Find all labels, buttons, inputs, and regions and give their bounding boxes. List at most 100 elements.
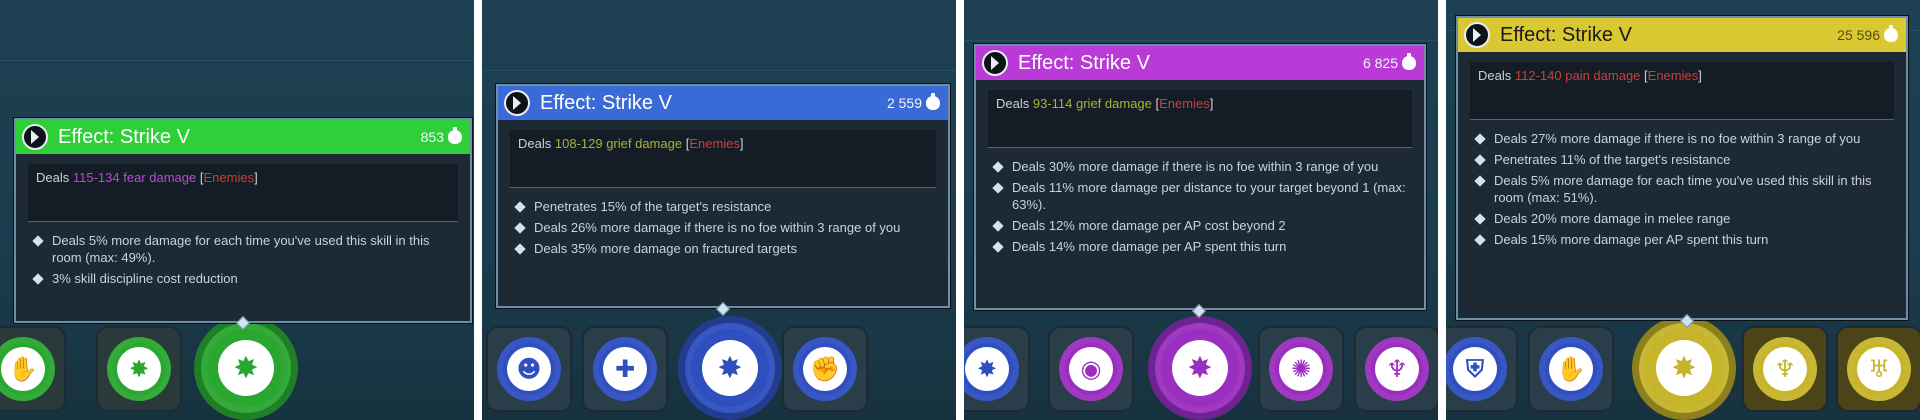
modifier-list: Deals 5% more damage for each time you'v… bbox=[16, 222, 470, 299]
target-type: Enemies bbox=[1159, 96, 1210, 111]
target-type: Enemies bbox=[1647, 68, 1699, 83]
target-type: Enemies bbox=[689, 136, 740, 151]
price: 25 596 bbox=[1837, 25, 1898, 43]
diamond-bullet-icon bbox=[992, 161, 1004, 173]
strike-icon: ✸ bbox=[1656, 340, 1712, 396]
skill-slot[interactable]: ✋ bbox=[0, 326, 66, 412]
skill-slot[interactable]: ♆ bbox=[1742, 326, 1828, 412]
modifier-item: Deals 5% more damage for each time you'v… bbox=[32, 232, 458, 266]
diamond-bullet-icon bbox=[514, 243, 526, 255]
whirl-icon: ◉ bbox=[1069, 347, 1113, 391]
skill-slot[interactable]: ⛨ bbox=[1446, 326, 1518, 412]
skill-slot-selected[interactable]: ✸ bbox=[1148, 316, 1252, 420]
diamond-bullet-icon bbox=[32, 235, 44, 247]
modifier-item: Deals 26% more damage if there is no foe… bbox=[514, 219, 936, 236]
skill-slot-selected[interactable]: ✸ bbox=[678, 316, 782, 420]
price: 853 bbox=[420, 127, 462, 145]
tooltip-header: Effect: Strike V 6 825 bbox=[976, 46, 1424, 80]
price: 2 559 bbox=[886, 93, 940, 111]
coin-bag-icon bbox=[1884, 25, 1898, 42]
skill-tooltip: Effect: Strike V 25 596 Deals 112-140 pa… bbox=[1456, 16, 1908, 320]
modifier-item: Deals 30% more damage if there is no foe… bbox=[992, 158, 1412, 175]
skill-slot[interactable]: ✸ bbox=[964, 326, 1030, 412]
diamond-bullet-icon bbox=[32, 273, 44, 285]
modifier-item: Deals 20% more damage in melee range bbox=[1474, 210, 1894, 227]
damage-box: Deals 93-114 grief damage [Enemies] bbox=[988, 90, 1412, 148]
skill-slot[interactable]: ♆ bbox=[1354, 326, 1438, 412]
modifier-list: Deals 30% more damage if there is no foe… bbox=[976, 148, 1424, 267]
diamond-bullet-icon bbox=[514, 201, 526, 213]
diamond-bullet-icon bbox=[992, 241, 1004, 253]
tooltip-title: Effect: Strike V bbox=[1018, 51, 1150, 74]
skill-slot[interactable]: ✊ bbox=[782, 326, 868, 412]
claw-icon: ♆ bbox=[1763, 347, 1807, 391]
strike-icon: ✸ bbox=[965, 347, 1009, 391]
skill-slot[interactable]: ✚ bbox=[582, 326, 668, 412]
skill-bar: ⛨ ✋ ✸ ♆ ♅ bbox=[1446, 310, 1920, 420]
strike-effect-icon bbox=[504, 90, 530, 116]
diamond-bullet-icon bbox=[1474, 175, 1486, 187]
diamond-bullet-icon bbox=[1474, 213, 1486, 225]
modifier-item: Deals 27% more damage if there is no foe… bbox=[1474, 130, 1894, 147]
damage-prefix: Deals bbox=[518, 136, 552, 151]
fist-icon: ✊ bbox=[803, 347, 847, 391]
skill-slot-selected[interactable]: ✸ bbox=[1632, 316, 1736, 420]
skill-slot-selected[interactable]: ✸ bbox=[194, 316, 298, 420]
strike-effect-icon bbox=[1464, 22, 1490, 48]
target-close-bracket: ] bbox=[254, 170, 258, 185]
target-close-bracket: ] bbox=[1209, 96, 1214, 111]
skill-slot[interactable]: ✋ bbox=[1528, 326, 1614, 412]
damage-value: 115-134 fear damage bbox=[72, 170, 197, 185]
grab-hand-icon: ✋ bbox=[1, 347, 45, 391]
strike-icon: ✸ bbox=[218, 340, 274, 396]
tooltip-header: Effect: Strike V 25 596 bbox=[1458, 18, 1906, 52]
damage-box: Deals 108-129 grief damage [Enemies] bbox=[510, 130, 936, 188]
modifier-item: 3% skill discipline cost reduction bbox=[32, 270, 458, 287]
modifier-item: Deals 14% more damage per AP spent this … bbox=[992, 238, 1412, 255]
diamond-bullet-icon bbox=[992, 182, 1004, 194]
grab-hand-icon: ✋ bbox=[1549, 347, 1593, 391]
shield-icon: ⛨ bbox=[1453, 347, 1497, 391]
skill-slot[interactable]: ✸ bbox=[96, 326, 182, 412]
skill-slot[interactable]: ✺ bbox=[1258, 326, 1344, 412]
price-value: 2 559 bbox=[886, 95, 922, 111]
skill-bar: ✸ ◉ ✸ ✺ ♆ bbox=[964, 310, 1438, 420]
damage-box: Deals 112-140 pain damage [Enemies] bbox=[1470, 62, 1894, 120]
modifier-item: Penetrates 11% of the target's resistanc… bbox=[1474, 151, 1894, 168]
mask-icon: ☻ bbox=[507, 347, 551, 391]
diamond-bullet-icon bbox=[992, 220, 1004, 232]
strike-effect-icon bbox=[982, 50, 1008, 76]
damage-prefix: Deals bbox=[1478, 68, 1512, 83]
price-value: 6 825 bbox=[1362, 55, 1398, 71]
tooltip-header: Effect: Strike V 2 559 bbox=[498, 86, 948, 120]
skill-bar: ☻ ✚ ✸ ✊ bbox=[482, 310, 956, 420]
price-value: 25 596 bbox=[1837, 27, 1880, 43]
damage-value: 112-140 pain damage bbox=[1514, 68, 1641, 83]
cross-icon: ✚ bbox=[603, 347, 647, 391]
tooltip-title: Effect: Strike V bbox=[540, 91, 672, 114]
diamond-bullet-icon bbox=[1474, 234, 1486, 246]
skill-tooltip: Effect: Strike V 6 825 Deals 93-114 grie… bbox=[974, 44, 1426, 310]
modifier-item: Deals 35% more damage on fractured targe… bbox=[514, 240, 936, 257]
diamond-bullet-icon bbox=[1474, 154, 1486, 166]
modifier-item: Penetrates 15% of the target's resistanc… bbox=[514, 198, 936, 215]
damage-value: 93-114 grief damage bbox=[1032, 96, 1152, 111]
modifier-item: Deals 5% more damage for each time you'v… bbox=[1474, 172, 1894, 206]
skill-slot[interactable]: ♅ bbox=[1836, 326, 1920, 412]
burst-icon: ✺ bbox=[1279, 347, 1323, 391]
strike-effect-icon bbox=[22, 124, 48, 150]
modifier-item: Deals 11% more damage per distance to yo… bbox=[992, 179, 1412, 213]
skill-tooltip: Effect: Strike V 853 Deals 115-134 fear … bbox=[14, 118, 472, 323]
tooltip-header: Effect: Strike V 853 bbox=[16, 120, 470, 154]
coin-bag-icon bbox=[448, 127, 462, 144]
tooltip-title: Effect: Strike V bbox=[1500, 23, 1632, 46]
price: 6 825 bbox=[1362, 53, 1416, 71]
modifier-list: Penetrates 15% of the target's resistanc… bbox=[498, 188, 948, 269]
skill-slot[interactable]: ◉ bbox=[1048, 326, 1134, 412]
target-close-bracket: ] bbox=[739, 136, 744, 151]
coin-bag-icon bbox=[1402, 53, 1416, 70]
skill-slot[interactable]: ☻ bbox=[486, 326, 572, 412]
target-close-bracket: ] bbox=[1698, 68, 1702, 83]
price-value: 853 bbox=[420, 129, 444, 145]
skill-tooltip: Effect: Strike V 2 559 Deals 108-129 gri… bbox=[496, 84, 950, 308]
